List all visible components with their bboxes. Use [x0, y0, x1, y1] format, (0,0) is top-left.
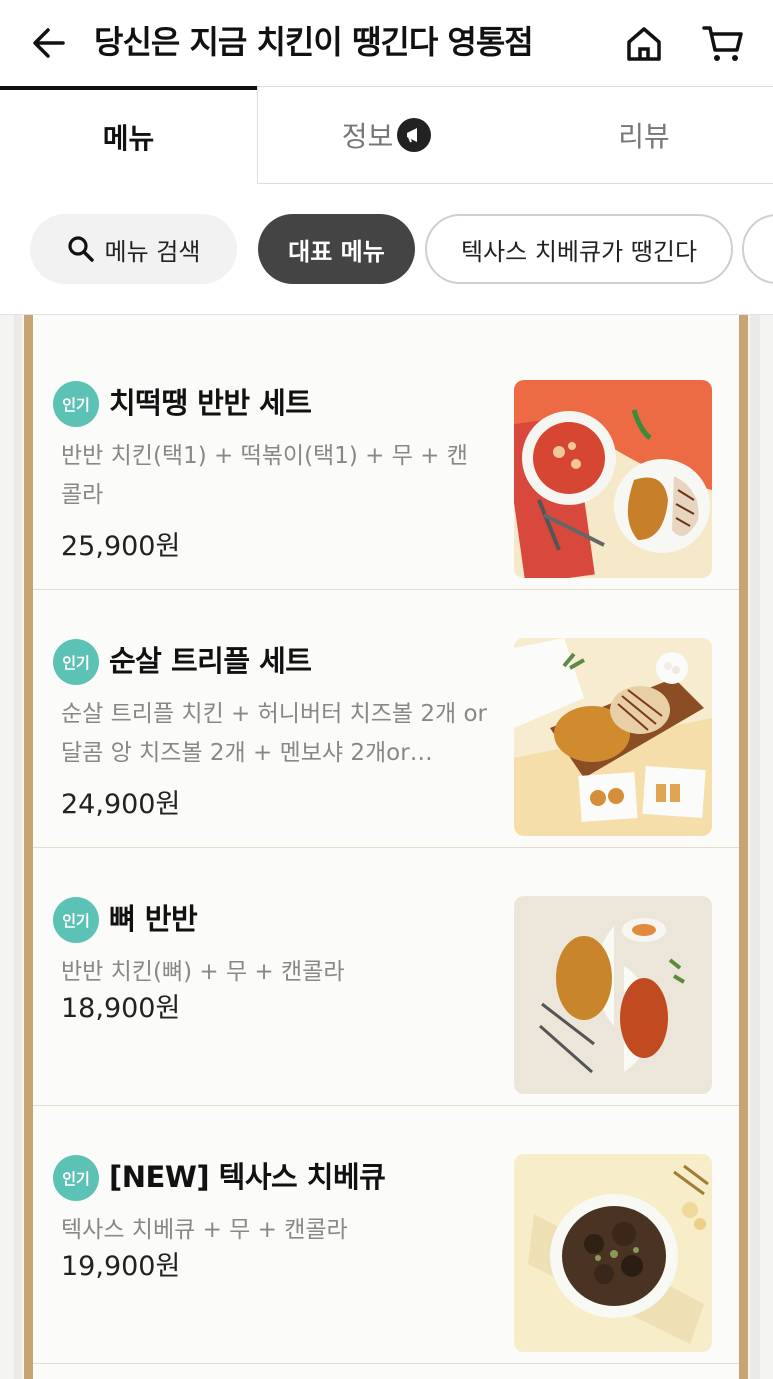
home-icon: [627, 27, 661, 61]
menu-item-name: 치떡땡 반반 세트: [109, 386, 312, 420]
menu-item[interactable]: 인기 치떡땡 반반 세트 반반 치킨(택1) + 떡볶이(택1) + 무 + 캔…: [33, 331, 739, 590]
menu-item-photo: [514, 380, 712, 578]
menu-item-description: 반반 치킨(뼈) + 무 + 캔콜라: [61, 959, 345, 985]
menu-item-price: 25,900원: [61, 531, 181, 562]
tab-menu[interactable]: 메뉴: [0, 86, 257, 184]
menu-search-button[interactable]: 메뉴 검색: [30, 214, 237, 284]
menu-item[interactable]: 인기 [NEW] 텍사스 치베큐 텍사스 치베큐 + 무 + 캔콜라 19,90…: [33, 1105, 739, 1364]
menu-search-label: 메뉴 검색: [104, 237, 201, 266]
menu-item-description: 순살 트리플 치킨 + 허니버터 치즈볼 2개 or달콤 앙 치즈볼 2개 + …: [61, 701, 488, 766]
top-bar: 당신은 지금 치킨이 땡긴다 영통점: [0, 0, 773, 88]
popular-badge: 인기: [53, 897, 99, 943]
menu-item-name: 순살 트리플 세트: [109, 644, 312, 678]
tab-review-label: 리뷰: [618, 120, 670, 153]
menu-item[interactable]: 인기 순살 트리플 세트 순살 트리플 치킨 + 허니버터 치즈볼 2개 or달…: [33, 589, 739, 848]
cart-button[interactable]: [700, 22, 746, 66]
menu-item-price: 24,900원: [61, 789, 181, 820]
chip-representative-menu[interactable]: 대표 메뉴: [258, 214, 415, 284]
cart-icon: [702, 26, 743, 61]
popular-badge: 인기: [53, 381, 99, 427]
menu-list: 인기 치떡땡 반반 세트 반반 치킨(택1) + 떡볶이(택1) + 무 + 캔…: [0, 315, 773, 1379]
menu-item-photo: [514, 896, 712, 1094]
paper-edge-right: [750, 315, 760, 1379]
category-chip-bar: 메뉴 검색 대표 메뉴 텍사스 치베큐가 땡긴다: [0, 184, 773, 315]
menu-item-name: [NEW] 텍사스 치베큐: [109, 1160, 386, 1194]
arrow-left-icon: [33, 28, 65, 58]
popular-badge: 인기: [53, 639, 99, 685]
menu-item-photo: [514, 638, 712, 836]
menu-item-description: 텍사스 치베큐 + 무 + 캔콜라: [61, 1217, 348, 1243]
menu-item-price: 19,900원: [61, 1251, 181, 1282]
home-button[interactable]: [622, 22, 666, 66]
menu-item-photo: [514, 1154, 712, 1352]
tab-review[interactable]: 리뷰: [515, 86, 773, 184]
back-button[interactable]: [28, 22, 70, 64]
chip-next-partial[interactable]: [742, 214, 773, 284]
megaphone-icon: [397, 118, 432, 152]
popular-badge: 인기: [53, 1155, 99, 1201]
paper-edge-left: [14, 315, 22, 1379]
page-title: 당신은 지금 치킨이 땡긴다 영통점: [94, 23, 534, 61]
menu-item-description: 반반 치킨(택1) + 떡볶이(택1) + 무 + 캔콜라: [61, 443, 468, 508]
tab-info[interactable]: 정보: [257, 86, 515, 184]
tab-info-label: 정보: [341, 120, 394, 153]
tab-menu-label: 메뉴: [102, 122, 155, 155]
chip-texas-bbq[interactable]: 텍사스 치베큐가 땡긴다: [425, 214, 733, 284]
menu-item-name: 뼈 반반: [109, 902, 198, 936]
menu-item[interactable]: 인기 뼈 반반 반반 치킨(뼈) + 무 + 캔콜라 18,900원: [33, 847, 739, 1106]
search-icon: [67, 236, 94, 262]
menu-item-price: 18,900원: [61, 993, 181, 1024]
tab-bar: 메뉴 정보 리뷰: [0, 86, 773, 184]
